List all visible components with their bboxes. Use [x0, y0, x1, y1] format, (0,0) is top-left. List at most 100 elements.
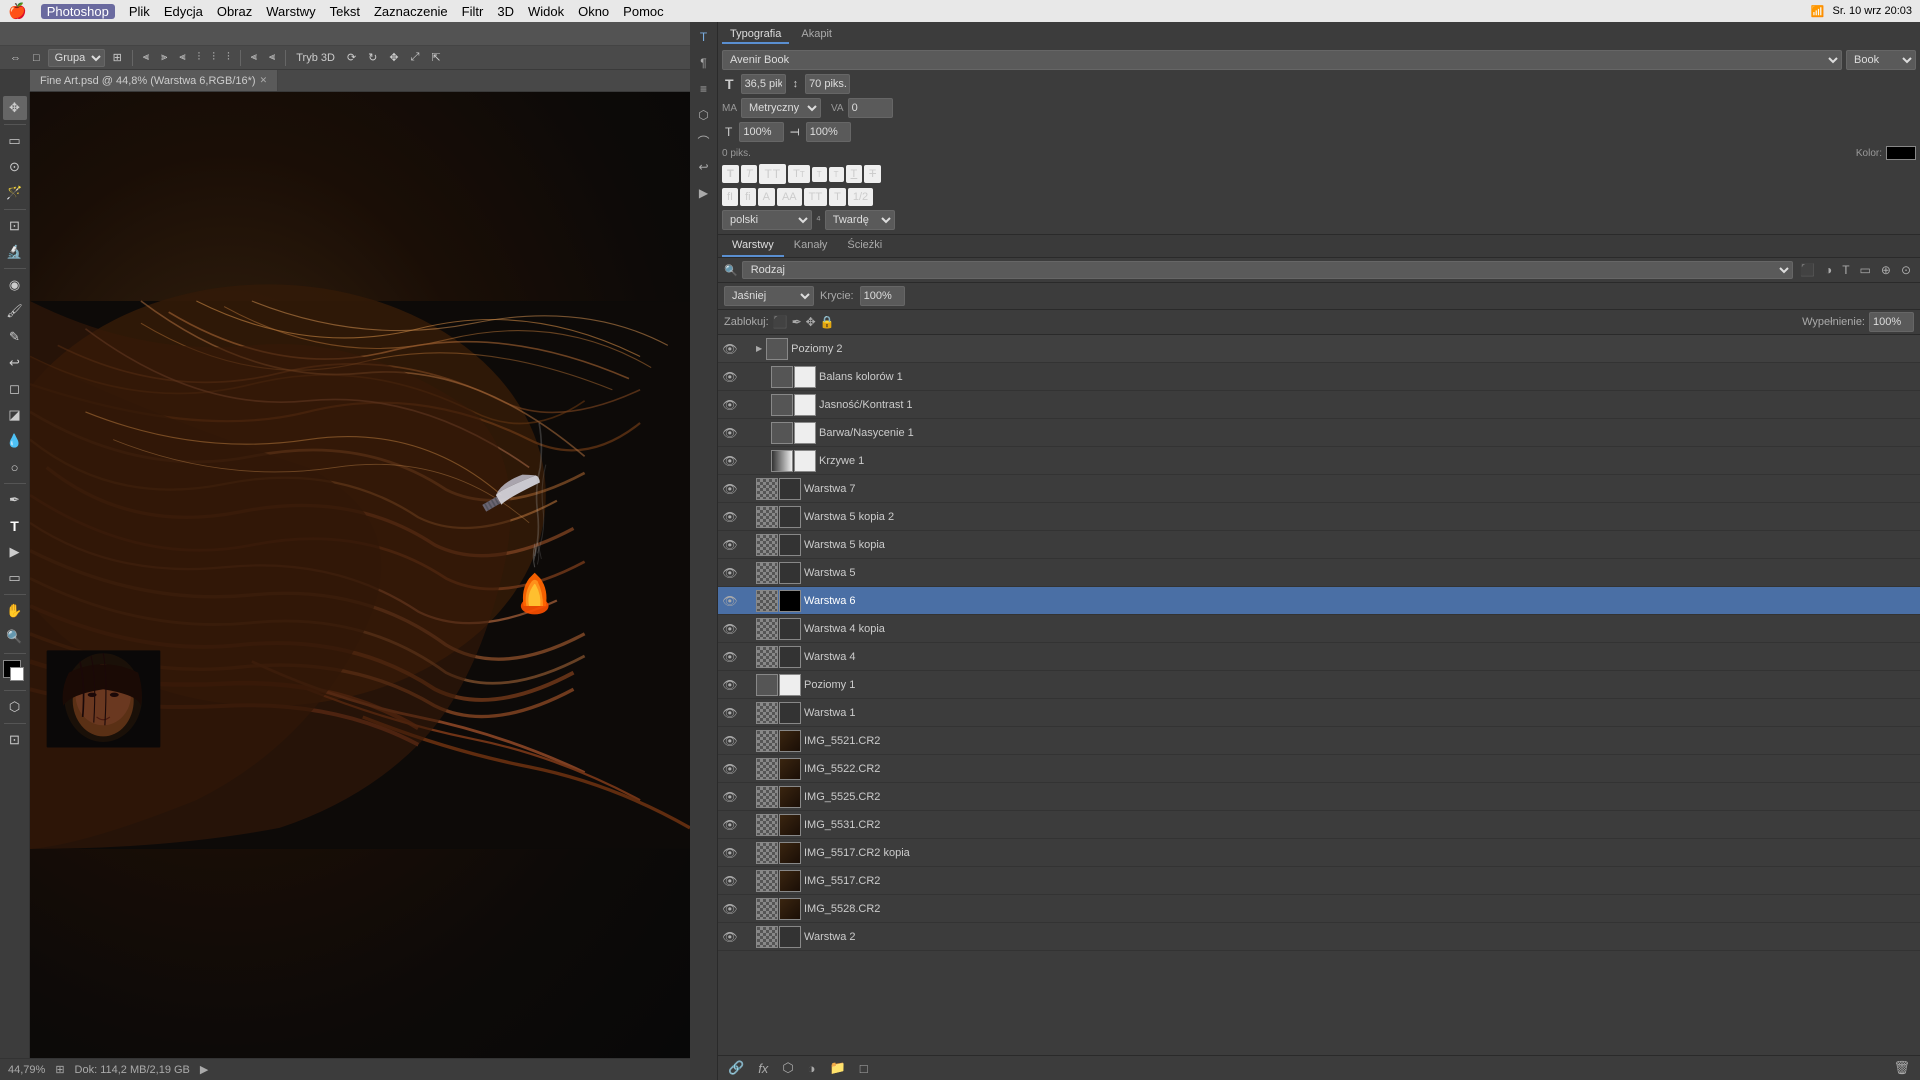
fill-input[interactable]	[1869, 312, 1914, 332]
layer-visibility-toggle[interactable]: 👁	[722, 621, 738, 637]
tab-typografia[interactable]: Typografia	[722, 26, 789, 44]
select-type-dropdown[interactable]: Grupa	[48, 49, 105, 67]
filter-smart-btn[interactable]: ⊕	[1878, 262, 1894, 278]
strikethrough-btn[interactable]: T	[864, 165, 881, 183]
eraser-tool[interactable]: ◻	[3, 377, 27, 401]
bold-btn[interactable]: T	[722, 165, 739, 183]
quick-mask-mode[interactable]: ⬡	[3, 695, 27, 719]
layer-visibility-toggle[interactable]: 👁	[722, 901, 738, 917]
play-btn[interactable]: ▶	[200, 1063, 208, 1076]
apple-menu[interactable]: 🍎	[8, 2, 27, 20]
spot-healing-tool[interactable]: ◉	[3, 273, 27, 297]
new-layer-btn[interactable]: □	[856, 1060, 872, 1077]
layer-row[interactable]: 👁Barwa/Nasycenie 1	[718, 419, 1920, 447]
slide[interactable]: ⤢	[407, 50, 424, 65]
brush-tool[interactable]: 🖌	[3, 299, 27, 323]
layer-row[interactable]: 👁Krzywe 1	[718, 447, 1920, 475]
layer-visibility-toggle[interactable]: 👁	[722, 677, 738, 693]
layer-visibility-toggle[interactable]: 👁	[722, 873, 738, 889]
layer-row[interactable]: 👁IMG_5522.CR2	[718, 755, 1920, 783]
filter-pixel-btn[interactable]: ⬛	[1797, 262, 1818, 278]
crop-tool[interactable]: ⊡	[3, 214, 27, 238]
filter-type-btn[interactable]: T	[1839, 262, 1852, 278]
tab-sciezki[interactable]: Ścieżki	[837, 235, 892, 257]
foreground-color[interactable]	[3, 660, 21, 678]
new-adjustment-btn[interactable]: ◑	[804, 1060, 820, 1077]
layers-panel-icon[interactable]: ≡	[693, 78, 715, 100]
layer-visibility-toggle[interactable]: 👁	[722, 817, 738, 833]
layer-row[interactable]: 👁Warstwa 4 kopia	[718, 615, 1920, 643]
marquee-tool[interactable]: ▭	[3, 129, 27, 153]
history-panel-icon[interactable]: ↩	[693, 156, 715, 178]
move-tool-options[interactable]: ⇔	[6, 51, 25, 65]
menu-plik[interactable]: Plik	[129, 4, 150, 19]
italic-btn[interactable]: T	[741, 165, 758, 183]
layer-row[interactable]: 👁▶Poziomy 2	[718, 335, 1920, 363]
layer-row[interactable]: 👁Warstwa 2	[718, 923, 1920, 951]
menu-warstwy[interactable]: Warstwy	[266, 4, 315, 19]
clone-stamp-tool[interactable]: ✎	[3, 325, 27, 349]
layer-visibility-toggle[interactable]: 👁	[722, 929, 738, 945]
layer-row[interactable]: 👁IMG_5517.CR2 kopia	[718, 839, 1920, 867]
roll[interactable]: ↻	[364, 50, 381, 65]
pen-tool[interactable]: ✒	[3, 488, 27, 512]
layer-visibility-toggle[interactable]: 👁	[722, 761, 738, 777]
layer-row[interactable]: 👁Warstwa 5 kopia 2	[718, 503, 1920, 531]
layer-visibility-toggle[interactable]: 👁	[722, 593, 738, 609]
layer-row[interactable]: 👁IMG_5525.CR2	[718, 783, 1920, 811]
old-style-btn[interactable]: A	[758, 188, 775, 206]
kerning-input[interactable]	[848, 98, 893, 118]
group-expand-icon[interactable]: ▶	[756, 344, 762, 353]
alt-glyphs-btn[interactable]: AA	[777, 188, 802, 206]
superscript-btn[interactable]: T	[812, 167, 827, 182]
layer-visibility-toggle[interactable]: 👁	[722, 425, 738, 441]
text-color-swatch[interactable]	[1886, 146, 1916, 160]
scale3d[interactable]: ⇱	[427, 50, 444, 65]
align-top[interactable]: ⫶	[194, 50, 205, 65]
fractions-btn[interactable]: 1/2	[848, 188, 873, 206]
layer-visibility-toggle[interactable]: 👁	[722, 341, 738, 357]
auto-select[interactable]: □	[29, 51, 44, 65]
tab-kanaly[interactable]: Kanały	[784, 235, 838, 257]
discretionary-btn[interactable]: TT	[804, 188, 827, 206]
move-tool[interactable]: ✥	[3, 96, 27, 120]
layer-visibility-toggle[interactable]: 👁	[722, 649, 738, 665]
menu-tekst[interactable]: Tekst	[330, 4, 360, 19]
eyedropper-tool[interactable]: 🔬	[3, 240, 27, 264]
menu-filtr[interactable]: Filtr	[462, 4, 484, 19]
font-family-select[interactable]: Avenir Book	[722, 50, 1842, 70]
channels-panel-icon[interactable]: ⬡	[693, 104, 715, 126]
blend-mode-select[interactable]: Jaśniej	[724, 286, 814, 306]
layer-row[interactable]: 👁Warstwa 4	[718, 643, 1920, 671]
color-pair[interactable]	[3, 660, 27, 684]
menu-3d[interactable]: 3D	[497, 4, 514, 19]
menu-pomoc[interactable]: Pomoc	[623, 4, 663, 19]
layer-visibility-toggle[interactable]: 👁	[722, 509, 738, 525]
hand-tool[interactable]: ✋	[3, 599, 27, 623]
layer-row[interactable]: 👁Balans kolorów 1	[718, 363, 1920, 391]
layer-visibility-toggle[interactable]: 👁	[722, 705, 738, 721]
align-center-v[interactable]: ⫶	[208, 50, 219, 65]
delete-layer-btn[interactable]: 🗑	[1889, 1059, 1914, 1077]
lasso-tool[interactable]: ⊙	[3, 155, 27, 179]
layer-row[interactable]: 👁Poziomy 1	[718, 671, 1920, 699]
align-center-h[interactable]: ⫸	[157, 50, 171, 65]
layer-row[interactable]: 👁Warstwa 6	[718, 587, 1920, 615]
layer-row[interactable]: 👁Jasność/Kontrast 1	[718, 391, 1920, 419]
layer-visibility-toggle[interactable]: 👁	[722, 453, 738, 469]
anti-alias-select[interactable]: Twardę	[825, 210, 895, 230]
align-right[interactable]: ⫷	[175, 50, 189, 65]
layer-visibility-toggle[interactable]: 👁	[722, 789, 738, 805]
tab-akapit[interactable]: Akapit	[793, 26, 840, 44]
new-group-btn[interactable]: 📁	[826, 1059, 850, 1077]
filter-toggle[interactable]: ⊙	[1898, 262, 1914, 278]
distribute-h[interactable]: ⫷	[247, 50, 261, 65]
shape-tool[interactable]: ▭	[3, 566, 27, 590]
lock-pixels-icon[interactable]: ⬛	[773, 315, 788, 329]
layer-kind-filter[interactable]: Rodzaj	[742, 261, 1793, 279]
layer-row[interactable]: 👁Warstwa 5	[718, 559, 1920, 587]
layer-visibility-toggle[interactable]: 👁	[722, 369, 738, 385]
kerning-select[interactable]: Metryczny	[741, 98, 821, 118]
layer-visibility-toggle[interactable]: 👁	[722, 845, 738, 861]
menu-edycja[interactable]: Edycja	[164, 4, 203, 19]
